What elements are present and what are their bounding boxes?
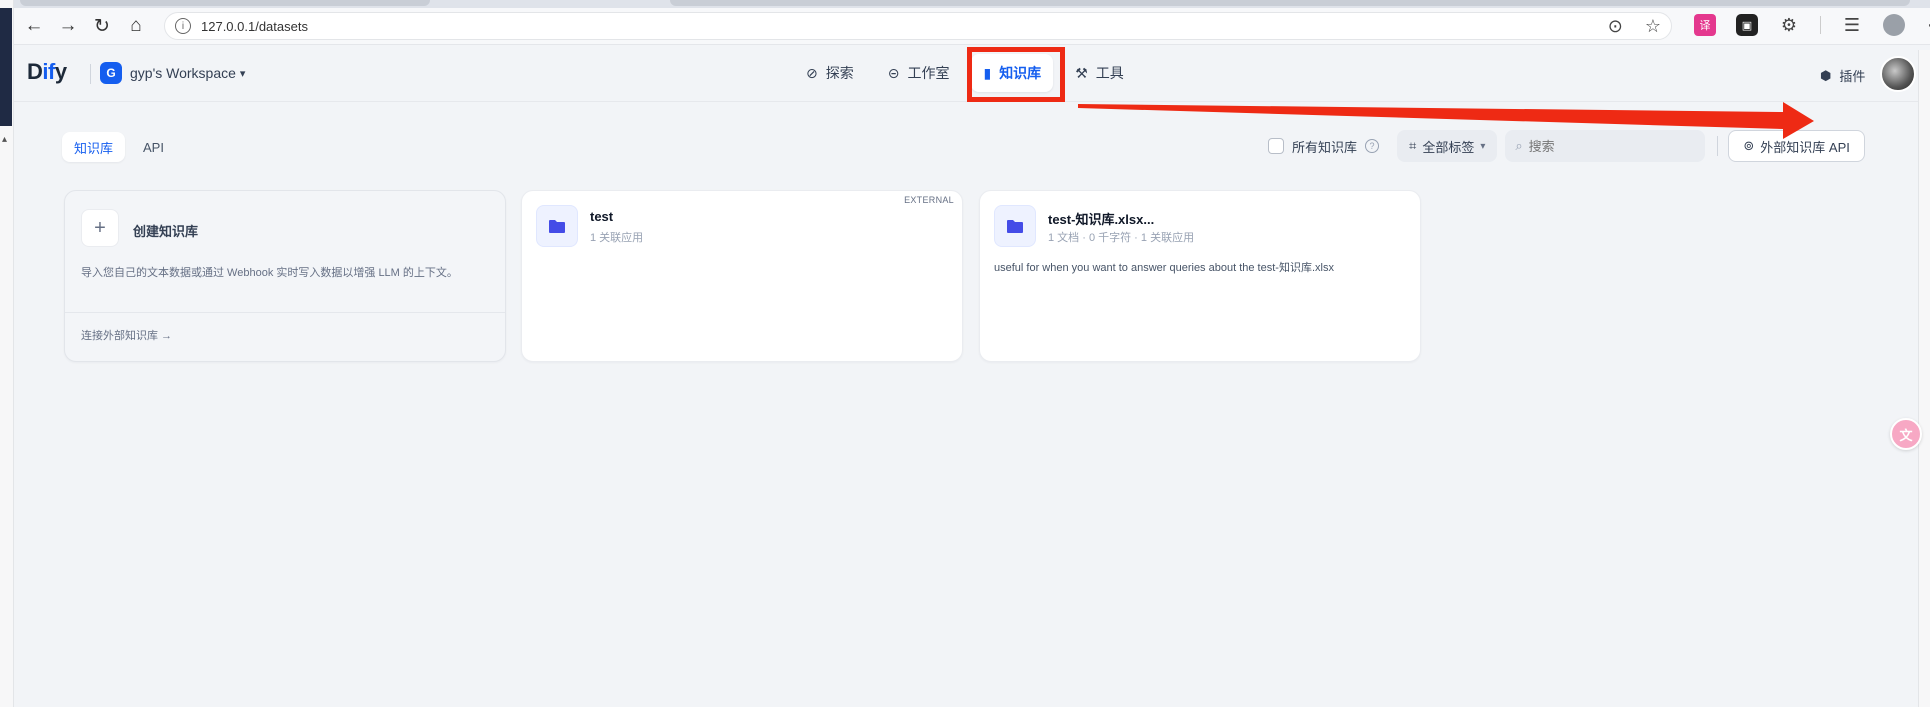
dataset-tabs: 知识库 API <box>62 132 176 162</box>
search-box: ⌕ <box>1505 130 1706 162</box>
reader-mode-icon[interactable]: ⊙ <box>1608 16 1623 37</box>
tag-filter-label: 全部标签 <box>1422 139 1475 155</box>
help-icon[interactable]: ? <box>1365 139 1380 153</box>
create-knowledge-card[interactable]: + 创建知识库 导入您自己的文本数据或通过 Webhook 实时写入数据以增强 … <box>64 190 506 362</box>
header-separator <box>90 64 91 84</box>
extension-translate-icon[interactable]: 译 <box>1694 14 1716 36</box>
reload-icon[interactable]: ↻ <box>88 12 116 40</box>
external-tag: EXTERNAL <box>904 195 954 205</box>
workspace-switcher[interactable]: G gyp's Workspace ▾ <box>100 62 245 84</box>
tag-icon: ⌗ <box>1409 138 1417 153</box>
dataset-card[interactable]: EXTERNAL test 1 关联应用 <box>521 190 963 362</box>
annotation-highlight-box <box>967 47 1065 102</box>
dify-logo[interactable]: Dify <box>27 59 67 85</box>
search-icon: ⌕ <box>1515 138 1523 153</box>
dataset-card[interactable]: test-知识库.xlsx... 1 文档 · 0 千字符 · 1 关联应用 u… <box>979 190 1421 362</box>
tools-icon: ⚒ <box>1075 64 1088 81</box>
folder-icon <box>536 205 578 247</box>
favorites-list-icon[interactable]: ☰ <box>1841 14 1863 36</box>
chevron-down-icon: ▾ <box>1480 140 1486 152</box>
nav-tools[interactable]: ⚒ 工具 <box>1063 54 1136 92</box>
profile-icon[interactable] <box>1883 14 1905 36</box>
browser-tab-strip <box>0 0 1930 8</box>
explore-icon: ⊘ <box>806 64 818 81</box>
dataset-meta: 1 文档 · 0 千字符 · 1 关联应用 <box>1048 232 1195 244</box>
forward-icon[interactable]: → <box>54 12 82 40</box>
search-input[interactable] <box>1528 138 1679 154</box>
tab-knowledge[interactable]: 知识库 <box>62 132 126 162</box>
dataset-name: test <box>590 209 614 224</box>
browser-tab[interactable] <box>670 0 1910 6</box>
nav-explore[interactable]: ⊘ 探索 <box>794 54 866 92</box>
site-info-icon[interactable]: i <box>175 18 191 34</box>
address-bar[interactable]: i 127.0.0.1/datasets ⊙ ☆ <box>164 12 1672 40</box>
folder-icon <box>994 205 1036 247</box>
left-window-edge: ▴ <box>0 0 14 707</box>
external-api-button[interactable]: ⊚ 外部知识库 API <box>1728 130 1865 162</box>
plugin-cube-icon: ⬢ <box>1820 67 1832 83</box>
dataset-meta: 1 关联应用 <box>590 232 644 244</box>
dataset-filters: 所有知识库 ? ⌗ 全部标签 ▾ ⌕ ⊚ 外部知识库 API <box>1268 130 1865 162</box>
plugins-label: 插件 <box>1839 69 1866 84</box>
workspace-name: gyp's Workspace <box>130 65 236 81</box>
url-text: 127.0.0.1/datasets <box>201 18 308 34</box>
nav-tools-label: 工具 <box>1095 65 1124 81</box>
connect-external-link[interactable]: 连接外部知识库 → <box>81 327 172 343</box>
nav-explore-label: 探索 <box>825 65 854 81</box>
home-icon[interactable]: ⌂ <box>122 12 150 40</box>
all-knowledge-checkbox[interactable] <box>1268 138 1284 154</box>
favorite-star-icon[interactable]: ☆ <box>1645 16 1661 37</box>
right-window-edge <box>1918 50 1930 707</box>
extension-game-icon[interactable]: ▣ <box>1736 14 1758 36</box>
toolbar-separator <box>1820 16 1821 34</box>
user-avatar[interactable] <box>1880 56 1916 92</box>
plus-icon: + <box>81 209 119 247</box>
workspace-badge: G <box>100 62 122 84</box>
external-api-label: 外部知识库 API <box>1760 139 1850 155</box>
filter-separator <box>1717 136 1719 156</box>
nav-studio-label: 工作室 <box>907 65 950 81</box>
card-divider <box>65 312 505 313</box>
studio-icon: ⊝ <box>887 64 900 81</box>
tag-filter-dropdown[interactable]: ⌗ 全部标签 ▾ <box>1397 130 1498 162</box>
nav-studio[interactable]: ⊝ 工作室 <box>876 54 962 92</box>
cursor-icon: ▴ <box>2 134 8 145</box>
floating-assistant-icon[interactable]: 文 <box>1890 418 1922 450</box>
main-nav: ⊘ 探索 ⊝ 工作室 ▮ 知识库 ⚒ 工具 <box>794 54 1136 92</box>
back-icon[interactable]: ← <box>20 12 48 40</box>
dataset-description: useful for when you want to answer queri… <box>994 262 1334 274</box>
tab-api[interactable]: API <box>131 132 176 162</box>
chevron-down-icon: ▾ <box>239 67 246 80</box>
more-menu-icon[interactable]: ⋯ <box>1925 14 1930 36</box>
create-knowledge-title: 创建知识库 <box>133 224 199 239</box>
create-knowledge-description: 导入您自己的文本数据或通过 Webhook 实时写入数据以增强 LLM 的上下文… <box>81 267 458 279</box>
dataset-name: test-知识库.xlsx... <box>1048 212 1155 227</box>
background-window <box>0 8 12 126</box>
app-header: Dify G gyp's Workspace ▾ ⊘ 探索 ⊝ 工作室 ▮ 知识… <box>14 46 1918 102</box>
all-knowledge-label: 所有知识库 <box>1292 139 1358 155</box>
api-connection-icon: ⊚ <box>1743 138 1755 153</box>
plugins-button[interactable]: ⬢ 插件 <box>1820 66 1865 85</box>
browser-tab[interactable] <box>20 0 430 6</box>
extensions-puzzle-icon[interactable]: ⚙ <box>1778 14 1800 36</box>
browser-toolbar: ← → ↻ ⌂ i 127.0.0.1/datasets ⊙ ☆ 译 ▣ ⚙ ☰… <box>14 8 1930 45</box>
